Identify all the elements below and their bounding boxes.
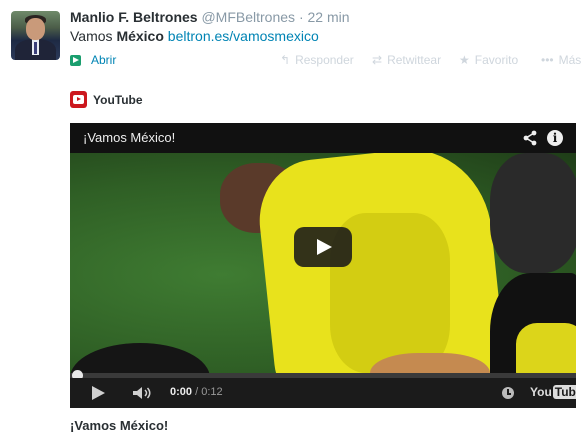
tweet-text: Vamos México beltron.es/vamosmexico (70, 28, 319, 44)
play-overlay-button[interactable] (294, 227, 352, 267)
author-name[interactable]: Manlio F. Beltrones (70, 9, 198, 25)
reply-label: Responder (295, 53, 354, 67)
favorite-button[interactable]: ★ Favorito (459, 53, 518, 67)
retweet-button[interactable]: ⇄ Retwittear (372, 53, 441, 67)
info-icon[interactable]: i (547, 130, 563, 146)
star-icon: ★ (459, 53, 470, 67)
more-icon: ••• (541, 53, 554, 67)
youtube-wordmark[interactable]: YouTube (530, 385, 576, 399)
media-play-icon (70, 54, 81, 66)
reply-button[interactable]: ↰ Responder (280, 53, 354, 67)
time-separator: / (192, 386, 202, 398)
retweet-label: Retwittear (387, 53, 442, 67)
open-media-button[interactable]: Abrir (70, 53, 116, 67)
more-label: Más (558, 53, 582, 67)
tweet-header: Manlio F. Beltrones @MFBeltrones · 22 mi… (70, 9, 350, 25)
timestamp[interactable]: 22 min (308, 9, 350, 25)
volume-icon[interactable] (132, 386, 154, 400)
video-title[interactable]: ¡Vamos México! (83, 130, 175, 145)
card-source-label: YouTube (93, 92, 143, 107)
control-bar: 0:00 / 0:12 YouTube (70, 378, 576, 408)
card-caption[interactable]: ¡Vamos México! (70, 418, 168, 432)
favorite-label: Favorito (474, 53, 519, 67)
timecode: 0:00 / 0:12 (170, 386, 223, 398)
avatar[interactable] (11, 11, 60, 60)
video-title-bar: ¡Vamos México! i (70, 123, 576, 153)
separator-dot: · (298, 9, 304, 25)
share-icon[interactable] (522, 130, 538, 146)
watch-later-icon[interactable] (502, 387, 514, 399)
tweet-link[interactable]: beltron.es/vamosmexico (168, 28, 319, 44)
youtube-icon (70, 91, 87, 108)
wordmark-tube: Tube (552, 385, 576, 399)
tweet-text-bold: México (116, 28, 164, 44)
duration: 0:12 (201, 386, 223, 398)
author-handle[interactable]: @MFBeltrones (201, 9, 295, 25)
reply-icon: ↰ (280, 53, 291, 67)
more-button[interactable]: ••• Más (541, 53, 581, 67)
video-frame[interactable] (70, 153, 576, 396)
video-player[interactable]: ¡Vamos México! i 0:00 / 0:12 YouTube (70, 123, 576, 408)
tweet-text-prefix: Vamos (70, 28, 117, 44)
retweet-icon: ⇄ (372, 53, 383, 67)
tweet-actions: Abrir ↰ Responder ⇄ Retwittear ★ Favorit… (70, 53, 581, 69)
wordmark-you: You (530, 385, 552, 399)
open-label: Abrir (91, 53, 117, 67)
play-button[interactable] (92, 386, 105, 400)
current-time: 0:00 (170, 386, 193, 398)
card-source[interactable]: YouTube (70, 91, 143, 108)
